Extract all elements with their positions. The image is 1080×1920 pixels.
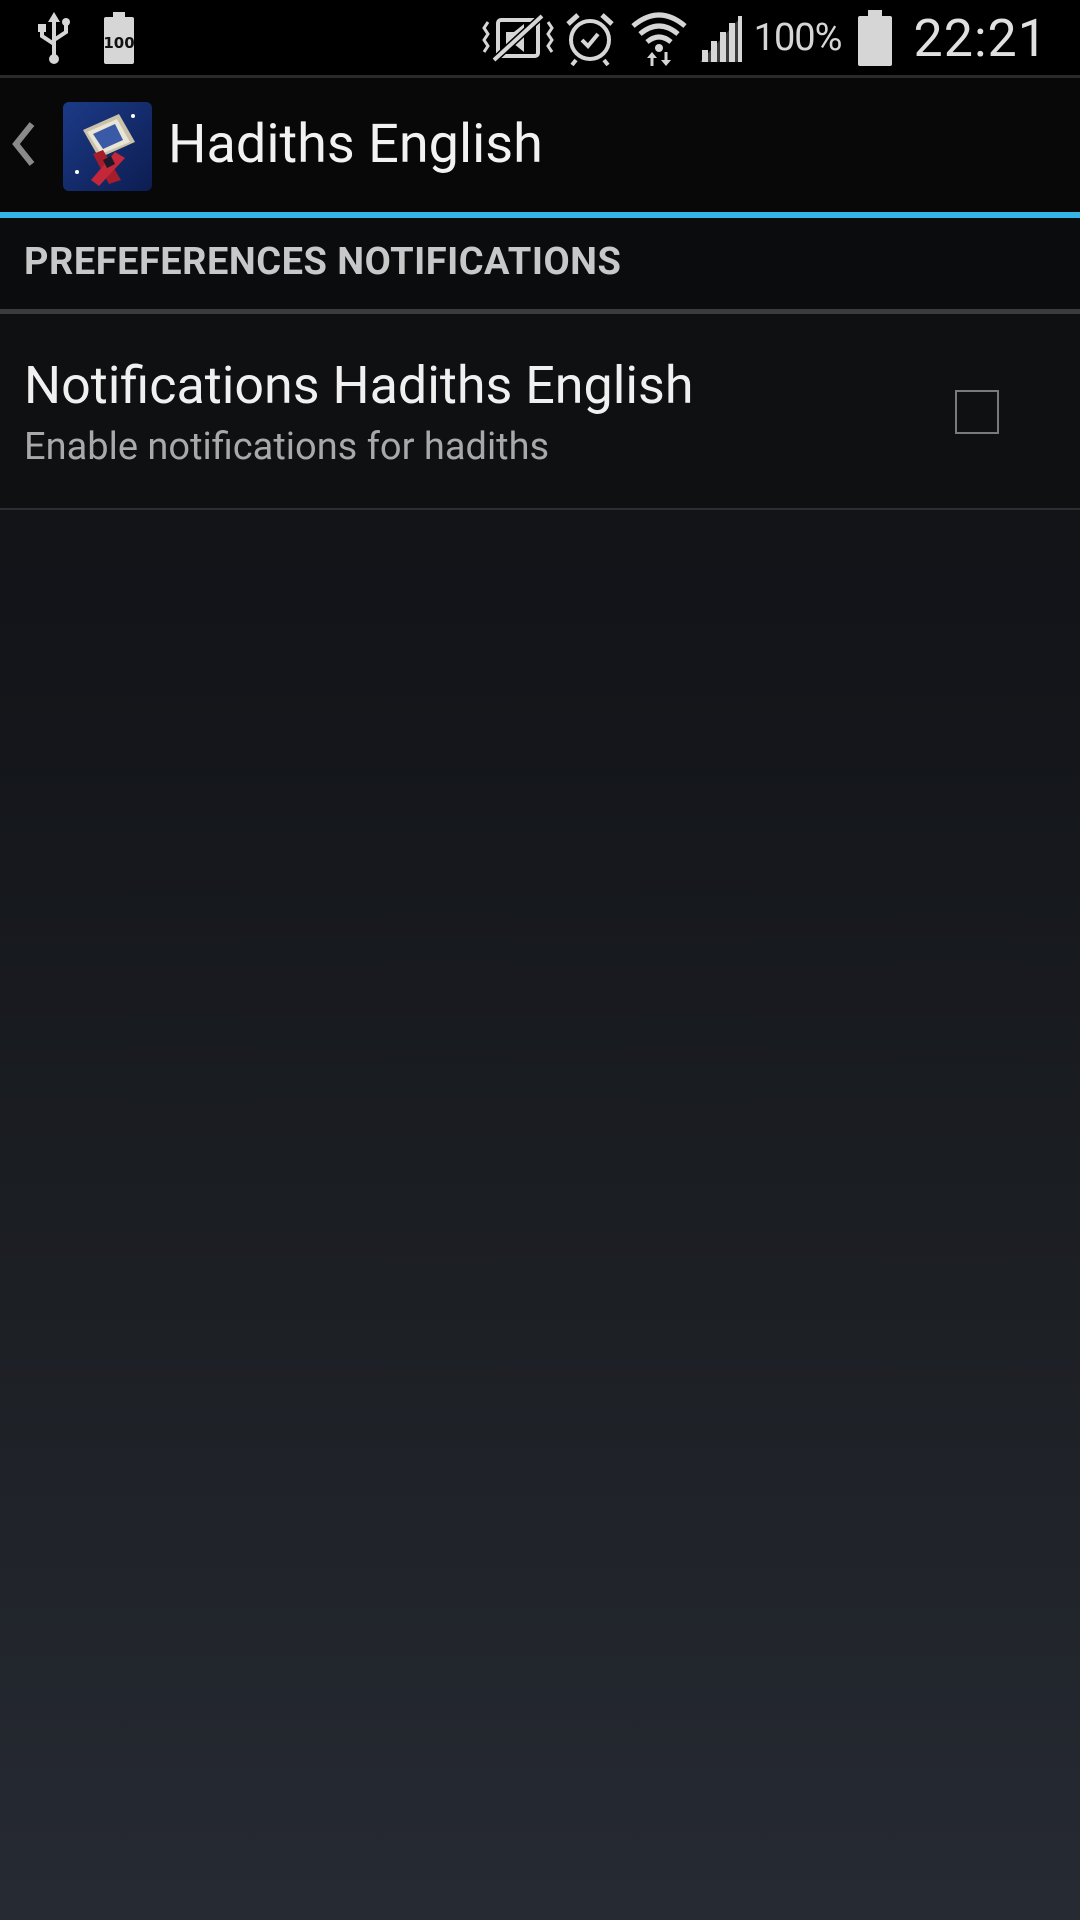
category-label: PREFEFERENCES NOTIFICATIONS <box>24 240 622 284</box>
action-bar: Hadiths English <box>0 78 1080 212</box>
preference-summary: Enable notifications for hadiths <box>24 425 550 469</box>
alarm-icon <box>564 10 616 66</box>
clock: 22:21 <box>913 7 1048 69</box>
preference-title: Notifications Hadiths English <box>24 355 694 416</box>
preference-category: PREFEFERENCES NOTIFICATIONS <box>0 218 1080 310</box>
page-title[interactable]: Hadiths English <box>168 108 543 182</box>
usb-icon <box>36 10 72 66</box>
notifications-preference[interactable]: Notifications Hadiths English Enable not… <box>0 314 1080 508</box>
signal-icon <box>696 10 746 66</box>
app-icon[interactable] <box>63 102 152 191</box>
settings-screen: 100 100% 22:21 Hadiths English PREFEFERE… <box>0 0 1080 1920</box>
preference-divider <box>0 508 1080 510</box>
battery-small-label: 100 <box>103 34 134 52</box>
vibrate-mute-icon <box>481 10 554 66</box>
battery-icon <box>856 8 894 68</box>
status-bar-left: 100 <box>36 10 136 66</box>
notifications-checkbox[interactable] <box>955 390 999 434</box>
chevron-left-icon[interactable] <box>8 116 38 172</box>
battery-percent: 100% <box>753 16 843 60</box>
wifi-icon <box>630 10 688 66</box>
battery-small-icon: 100 <box>102 10 136 66</box>
status-bar-right: 100% 22:21 <box>481 6 1048 70</box>
status-bar: 100 100% 22:21 <box>0 0 1080 75</box>
